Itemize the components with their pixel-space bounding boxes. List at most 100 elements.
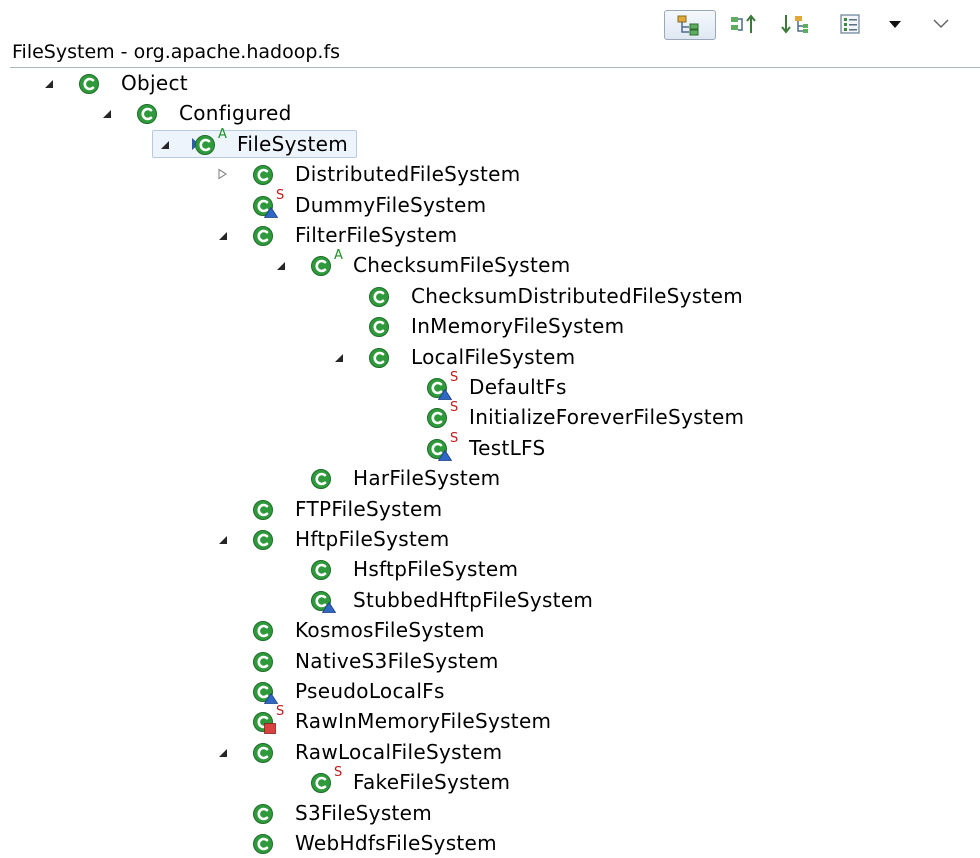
tree-item-label: Configured [179,101,292,126]
class-icon [250,527,280,551]
type-hierarchy-icon [677,15,699,36]
expanded-twisty-icon[interactable] [330,349,346,365]
show-members-button[interactable] [832,10,868,38]
view-toolbar [660,8,980,42]
tree-item[interactable]: FTPFileSystem [214,494,445,524]
class-icon [76,71,106,95]
tree-item[interactable]: ChecksumDistributedFileSystem [330,281,746,311]
tree-item-label: FakeFileSystem [353,770,511,795]
tree-item[interactable]: Configured [98,98,295,128]
tree-item-label: TestLFS [469,435,546,460]
expanded-twisty-icon[interactable] [156,136,172,152]
view-menu-icon [889,21,901,28]
view-menu-button[interactable] [882,10,908,38]
class-icon [250,618,280,642]
type-hierarchy-button[interactable] [664,10,716,40]
supertype-hierarchy-icon [731,14,756,33]
tree-item[interactable]: KosmosFileSystem [214,615,488,645]
protected-overlay-icon [264,693,278,704]
class-icon [308,557,338,581]
tree-item-label: RawInMemoryFileSystem [295,709,552,734]
tree-item-label: HarFileSystem [353,466,501,491]
class-icon: S [250,189,284,218]
subtype-hierarchy-icon [781,15,808,34]
class-icon [366,345,396,369]
tree-item-label: DefaultFs [469,375,567,399]
protected-overlay-icon [438,449,452,461]
tree-item[interactable]: PseudoLocalFs [214,676,448,706]
tree-item[interactable]: WebHdfsFileSystem [214,828,500,858]
protected-overlay-icon [264,206,278,218]
view-title: FileSystem - org.apache.hadoop.fs [12,41,341,63]
subtype-hierarchy-button[interactable] [776,10,812,38]
abstract-badge: A [334,248,343,264]
tree-item-label: S3FileSystem [295,800,433,825]
tree-item[interactable]: InMemoryFileSystem [330,311,627,341]
tree-item[interactable]: FilterFileSystem [214,220,460,250]
tree-item[interactable]: A FileSystem [152,128,358,159]
expanded-twisty-icon[interactable] [40,75,56,91]
static-badge: S [450,430,459,446]
tree-item[interactable]: S DummyFileSystem [214,189,489,220]
tree-item-label: ChecksumFileSystem [353,253,571,278]
tree-item-label: PseudoLocalFs [295,679,445,703]
tree-item-label: NativeS3FileSystem [295,648,499,673]
class-icon [134,101,164,125]
tree-item[interactable]: S3FileSystem [214,798,435,828]
static-badge: S [334,765,343,781]
tree-item[interactable]: S FakeFileSystem [272,765,513,797]
static-badge: S [276,704,285,720]
private-overlay-icon [264,723,276,735]
tree-item[interactable]: S RawInMemoryFileSystem [214,705,554,736]
class-icon: S [424,371,458,400]
tree-item-label: InMemoryFileSystem [411,314,625,339]
tree-item[interactable]: S TestLFS [388,430,548,463]
tree-item-label: WebHdfsFileSystem [295,831,497,855]
expanded-twisty-icon[interactable] [98,105,114,121]
tree-item[interactable]: A ChecksumFileSystem [272,249,574,280]
collapsed-twisty-icon[interactable] [214,166,230,182]
class-icon: A [308,249,343,277]
tree-item[interactable]: HarFileSystem [272,463,503,493]
class-icon [366,314,396,338]
tree-item[interactable]: HsftpFileSystem [272,554,521,584]
tree-item[interactable]: RawLocalFileSystem [214,737,505,767]
tree-item[interactable]: S DefaultFs [388,371,570,402]
expanded-twisty-icon[interactable] [214,227,230,243]
static-badge: S [276,187,285,203]
tree-item-label: RawLocalFileSystem [295,739,503,764]
chevron-more-button[interactable] [926,10,956,38]
tree-item-label: Object [121,71,188,95]
class-icon [250,162,280,186]
tree-item-label: FTPFileSystem [295,496,443,521]
tree-item-label: LocalFileSystem [411,344,576,369]
class-icon [308,588,338,613]
class-icon [308,466,338,490]
tree-item-label: DistributedFileSystem [295,162,521,187]
class-icon [250,831,280,855]
tree-item[interactable]: LocalFileSystem [330,342,578,372]
tree-item-label: StubbedHftpFileSystem [353,587,594,612]
supertype-hierarchy-button[interactable] [726,10,762,38]
tree-item-label: DummyFileSystem [295,192,487,217]
tree-item[interactable]: S InitializeForeverFileSystem [388,401,747,432]
tree-item[interactable]: NativeS3FileSystem [214,646,502,676]
protected-overlay-icon [438,389,452,400]
class-icon [250,497,280,521]
class-icon [250,740,280,764]
chevron-more-icon [933,19,949,29]
tree-item[interactable]: Object [40,68,191,98]
tree-item[interactable]: HftpFileSystem [214,524,453,554]
tree-item[interactable]: StubbedHftpFileSystem [272,585,596,615]
expanded-twisty-icon[interactable] [214,744,230,760]
tree-item[interactable]: DistributedFileSystem [214,159,524,189]
expanded-twisty-icon[interactable] [214,531,230,547]
expanded-twisty-icon[interactable] [272,257,288,273]
class-icon [250,649,280,673]
class-icon: S [250,705,284,735]
